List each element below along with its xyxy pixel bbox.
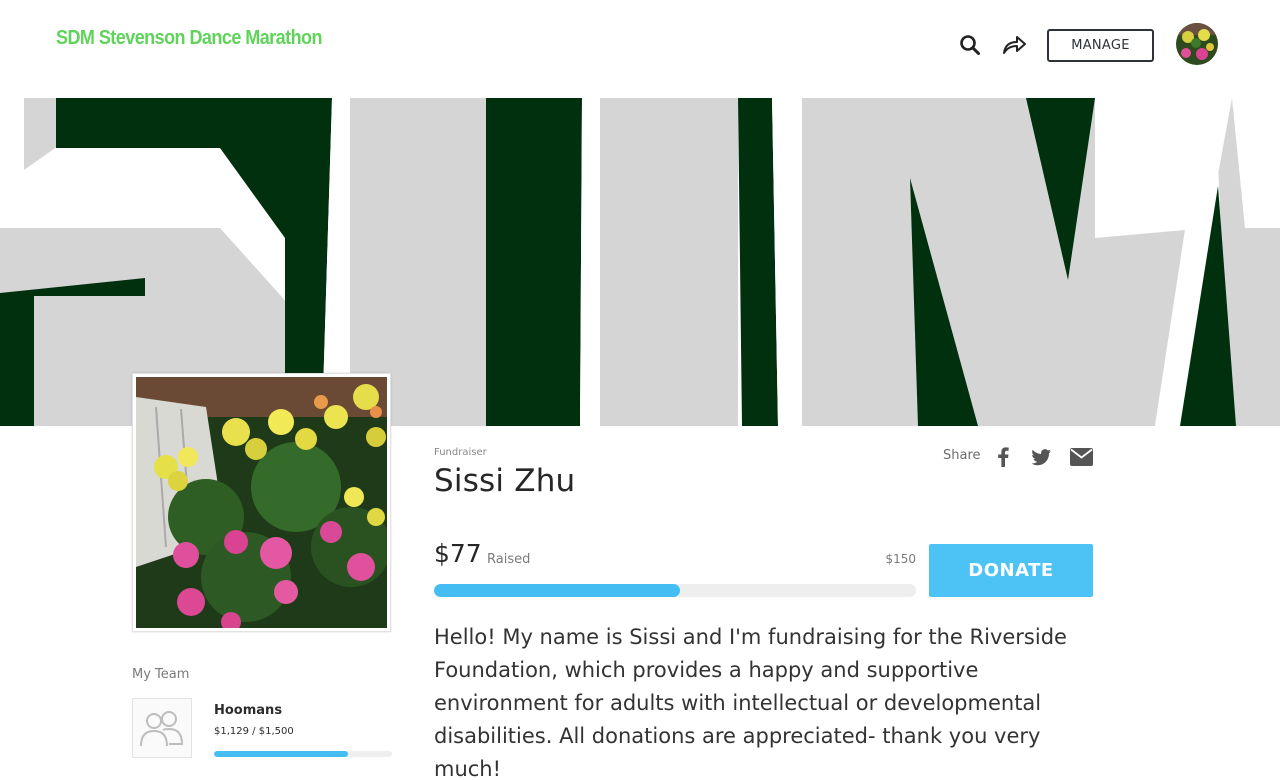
- goal-amount: $150: [885, 552, 916, 566]
- fundraiser-name: Sissi Zhu: [434, 463, 576, 499]
- top-header: SDM Stevenson Dance Marathon MANAGE: [0, 0, 1280, 98]
- donate-button[interactable]: DONATE: [929, 544, 1093, 597]
- team-people-icon: [140, 711, 184, 747]
- profile-photo: [132, 373, 391, 632]
- share-arrow-icon[interactable]: [1001, 32, 1027, 58]
- fundraising-progress-bar: [434, 584, 916, 597]
- role-label: Fundraiser: [434, 447, 487, 458]
- team-progress-bar: [214, 751, 392, 757]
- avatar[interactable]: [1176, 23, 1218, 65]
- brand-title[interactable]: SDM Stevenson Dance Marathon: [56, 27, 322, 50]
- manage-button[interactable]: MANAGE: [1047, 29, 1154, 62]
- team-name-link[interactable]: Hoomans: [214, 703, 282, 718]
- team-progress-fill: [214, 751, 348, 757]
- fundraising-progress-fill: [434, 584, 680, 597]
- search-icon[interactable]: [957, 32, 983, 58]
- facebook-icon[interactable]: [995, 446, 1011, 468]
- raised-amount: $77: [434, 539, 482, 568]
- team-avatar[interactable]: [132, 698, 192, 758]
- team-heading: My Team: [132, 667, 190, 682]
- fundraiser-story: Hello! My name is Sissi and I'm fundrais…: [434, 625, 1067, 780]
- email-icon[interactable]: [1069, 446, 1093, 468]
- twitter-icon[interactable]: [1030, 446, 1052, 468]
- share-label: Share: [943, 448, 981, 463]
- raised-label: Raised: [487, 552, 531, 567]
- flowers-photo: [136, 377, 387, 628]
- team-amount: $1,129 / $1,500: [214, 726, 294, 737]
